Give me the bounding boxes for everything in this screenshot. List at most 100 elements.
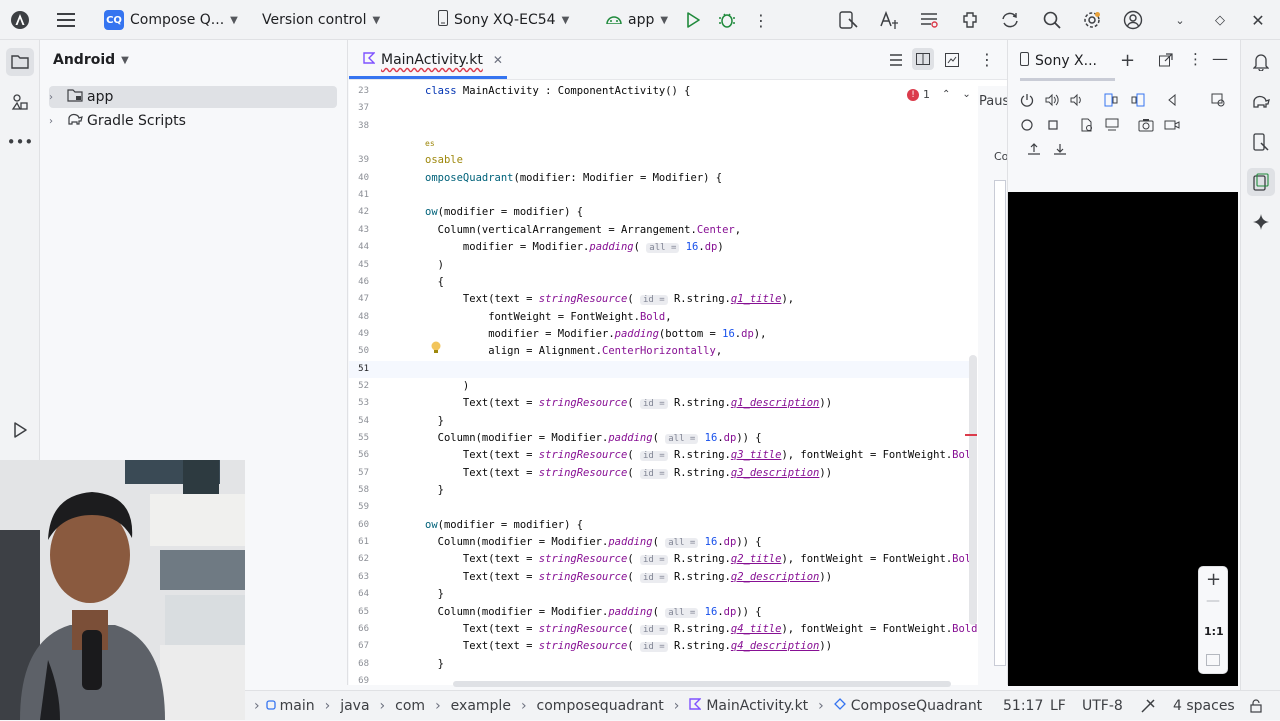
mirror-settings-icon[interactable]	[1105, 117, 1119, 136]
indent-setting[interactable]: 4 spaces	[1173, 691, 1235, 721]
more-actions-icon[interactable]: ⋮	[749, 8, 773, 32]
code-line[interactable]: }	[425, 658, 444, 670]
code-line[interactable]: Text(text = stringResource( id = R.strin…	[425, 553, 977, 566]
translate-icon[interactable]	[877, 8, 901, 32]
code-line[interactable]: es	[425, 137, 435, 149]
code-line[interactable]: Column(verticalArrangement = Arrangement…	[425, 224, 741, 236]
code-line[interactable]: align = Alignment.CenterHorizontally,	[425, 345, 722, 357]
chevron-down-icon[interactable]: ⌄	[1168, 8, 1192, 32]
code-line[interactable]: Column(modifier = Modifier.padding( all …	[425, 536, 762, 549]
code-line[interactable]: Column(modifier = Modifier.padding( all …	[425, 606, 762, 618]
code-line[interactable]: Text(text = stringResource( id = R.strin…	[425, 640, 832, 653]
code-line[interactable]: }	[425, 484, 444, 496]
vcs-selector[interactable]: Version control ▼	[262, 0, 380, 40]
power-icon[interactable]	[1020, 92, 1034, 111]
project-view-selector[interactable]: Android ▼	[53, 52, 129, 68]
code-line[interactable]: )	[425, 380, 469, 392]
lock-icon[interactable]	[1250, 691, 1262, 721]
debug-icon[interactable]	[715, 8, 739, 32]
code-line[interactable]: modifier = Modifier.padding( all = 16.dp…	[425, 241, 724, 254]
code-line[interactable]: Text(text = stringResource( id = R.strin…	[425, 397, 832, 410]
inspections-icon[interactable]	[1140, 691, 1156, 721]
home-icon[interactable]	[1020, 117, 1034, 136]
code-line[interactable]: Text(text = stringResource( id = R.strin…	[425, 467, 832, 479]
volume-up-icon[interactable]	[1045, 92, 1059, 111]
gemini-sparkle-icon[interactable]	[1247, 208, 1275, 236]
code-line[interactable]: ow(modifier = modifier) {	[425, 519, 583, 531]
code-line[interactable]: Text(text = stringResource( id = R.strin…	[425, 293, 794, 306]
screen-record-icon[interactable]	[1164, 117, 1180, 136]
close-window-icon[interactable]: ✕	[1246, 8, 1270, 32]
code-line[interactable]: fontWeight = FontWeight.Bold,	[425, 311, 671, 323]
intention-bulb-icon[interactable]	[430, 340, 442, 359]
run-icon[interactable]	[681, 8, 705, 32]
inspection-widget[interactable]: ! 1 ⌃ ⌄	[907, 88, 971, 101]
panel-more-icon[interactable]: ⋮	[1188, 50, 1203, 68]
code-line[interactable]: {	[425, 276, 444, 288]
project-folder-icon[interactable]	[6, 48, 34, 76]
file-encoding[interactable]: UTF-8	[1082, 691, 1123, 721]
gradle-icon[interactable]	[1247, 88, 1275, 116]
zoom-actual-size[interactable]: 1:1	[1204, 625, 1224, 638]
breadcrumb-item[interactable]: ComposeQuadrant	[851, 698, 982, 714]
screen-record-settings-icon[interactable]	[1211, 92, 1225, 111]
code-line[interactable]: ow(modifier = modifier) {	[425, 206, 583, 218]
code-line[interactable]: Column(modifier = Modifier.padding( all …	[425, 432, 762, 444]
code-line[interactable]: Text(text = stringResource( id = R.strin…	[425, 571, 832, 583]
chevron-down-icon[interactable]: ⌄	[962, 89, 970, 100]
line-separator[interactable]: LF	[1050, 691, 1066, 721]
device-manager-icon[interactable]	[837, 8, 861, 32]
project-selector[interactable]: CQ Compose Q... ▼	[104, 0, 238, 40]
android-studio-logo-icon[interactable]	[8, 8, 32, 32]
tree-item-app[interactable]: › app	[49, 86, 337, 108]
vertical-scrollbar[interactable]	[969, 355, 977, 625]
minimize-window-icon[interactable]: ◇	[1208, 8, 1232, 32]
settings-gear-icon[interactable]	[1080, 8, 1104, 32]
chevron-up-icon[interactable]: ⌃	[942, 89, 950, 100]
code-line[interactable]: modifier = Modifier.padding(bottom = 16.…	[425, 328, 766, 340]
device-file-icon[interactable]	[1080, 117, 1094, 136]
device-explorer-icon[interactable]	[1247, 128, 1275, 156]
back-icon[interactable]	[1165, 92, 1179, 111]
code-line[interactable]: }	[425, 588, 444, 600]
add-device-icon[interactable]: +	[1120, 50, 1135, 71]
plugins-icon[interactable]	[958, 8, 982, 32]
running-devices-icon[interactable]	[1247, 168, 1275, 196]
split-view-icon[interactable]	[912, 48, 934, 70]
breadcrumb-item[interactable]: composequadrant	[537, 698, 664, 714]
code-line[interactable]: class MainActivity : ComponentActivity()…	[425, 85, 691, 97]
zoom-in-icon[interactable]: +	[1206, 569, 1221, 590]
close-tab-icon[interactable]: ✕	[493, 53, 503, 67]
breadcrumb-item[interactable]: main	[280, 698, 315, 714]
horizontal-scrollbar[interactable]	[453, 681, 951, 687]
code-line[interactable]: osable	[425, 154, 463, 166]
overview-icon[interactable]	[1046, 117, 1060, 136]
account-icon[interactable]	[1121, 8, 1145, 32]
code-line[interactable]: )	[425, 259, 444, 271]
editor-more-icon[interactable]: ⋮	[979, 50, 995, 69]
zoom-out-icon[interactable]: —	[1206, 593, 1220, 609]
design-view-icon[interactable]	[945, 52, 959, 71]
hide-panel-icon[interactable]: —	[1212, 49, 1228, 68]
code-line[interactable]: }	[425, 415, 444, 427]
screenshot-icon[interactable]	[1138, 117, 1154, 136]
breadcrumb-item[interactable]: java	[340, 698, 369, 714]
breadcrumb-item[interactable]: MainActivity.kt	[706, 698, 808, 714]
device-selector[interactable]: Sony XQ-EC54 ▼	[438, 0, 569, 40]
tab-mainactivity[interactable]: MainActivity.kt ✕	[355, 40, 511, 80]
sync-gradle-icon[interactable]	[998, 8, 1022, 32]
rotate-right-icon[interactable]	[1131, 92, 1145, 111]
code-line[interactable]: Text(text = stringResource( id = R.strin…	[425, 623, 977, 635]
upload-icon[interactable]	[1027, 141, 1041, 160]
rotate-left-icon[interactable]	[1104, 92, 1118, 111]
search-icon[interactable]	[1040, 8, 1064, 32]
resource-manager-icon[interactable]	[6, 88, 34, 116]
open-external-icon[interactable]	[1159, 52, 1173, 71]
run-config-selector[interactable]: app ▼	[606, 0, 668, 40]
breadcrumb-item[interactable]: example	[451, 698, 511, 714]
caret-position[interactable]: 51:17	[1003, 691, 1043, 721]
notifications-bell-icon[interactable]	[1247, 48, 1275, 76]
tree-item-gradle-scripts[interactable]: › Gradle Scripts	[49, 110, 337, 132]
run-tool-icon[interactable]	[6, 416, 34, 444]
download-icon[interactable]	[1053, 141, 1067, 160]
